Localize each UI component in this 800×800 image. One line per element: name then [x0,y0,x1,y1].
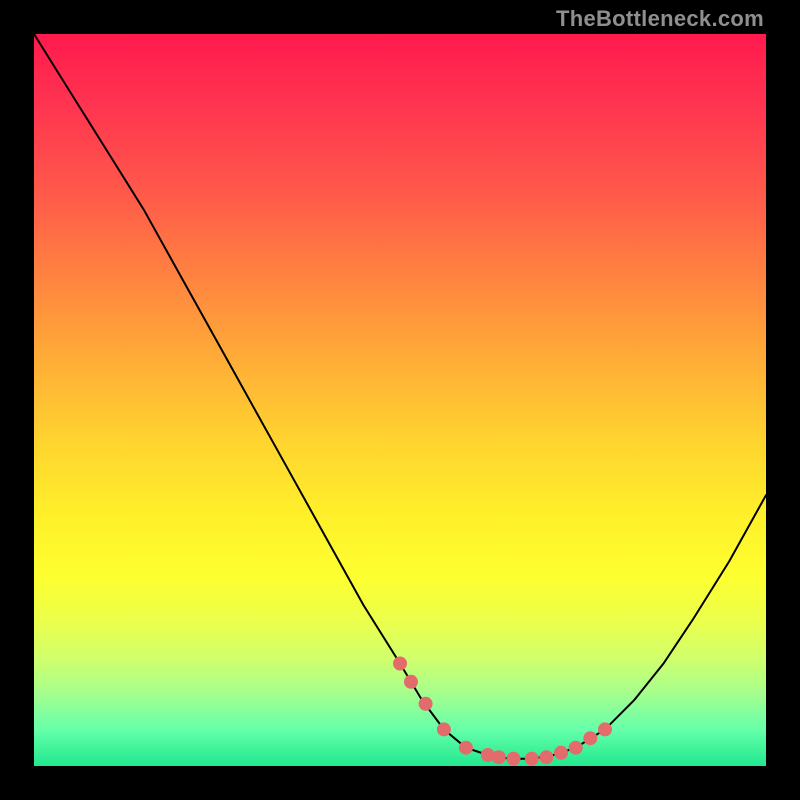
chart-frame: TheBottleneck.com [0,0,800,800]
marker-dot [583,731,597,745]
watermark-text: TheBottleneck.com [556,6,764,32]
bottleneck-curve [34,34,766,759]
plot-area [34,34,766,766]
marker-dot [569,741,583,755]
chart-svg [34,34,766,766]
curve-layer [34,34,766,759]
marker-dot [507,752,521,766]
marker-dot [404,675,418,689]
marker-dot [525,752,539,766]
marker-dot [539,750,553,764]
marker-dot [598,722,612,736]
marker-dots [393,657,612,766]
marker-dot [419,697,433,711]
marker-dot [459,741,473,755]
marker-dot [437,722,451,736]
marker-dot [554,746,568,760]
marker-dot [393,657,407,671]
marker-dot [492,750,506,764]
